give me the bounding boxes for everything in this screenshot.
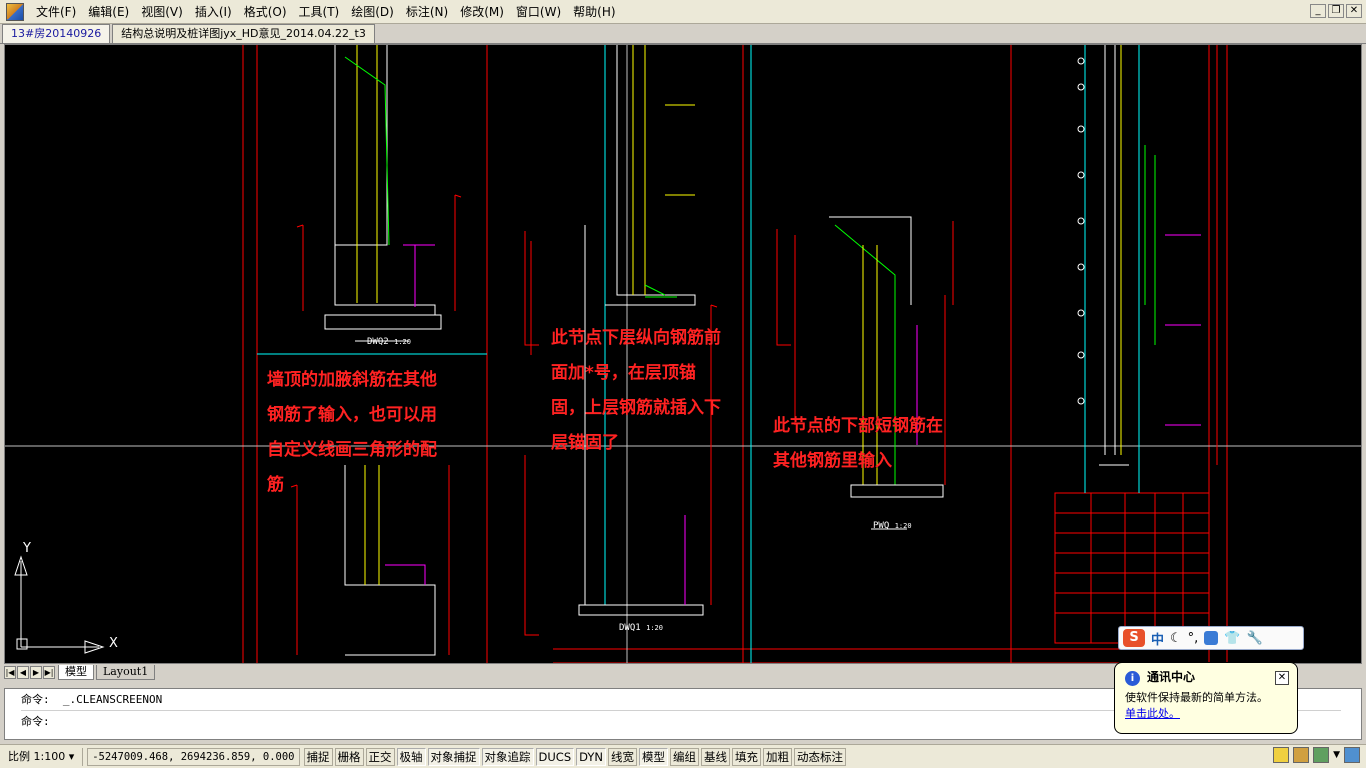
note-haunch-rebar: 墙顶的加腋斜筋在其他 钢筋了输入，也可以用 自定义线画三角形的配 筋 (267, 370, 437, 495)
punctuation-icon[interactable]: °, (1188, 631, 1199, 646)
toggle-model[interactable]: 模型 (638, 747, 668, 766)
drawing-canvas[interactable]: DWQ2 1:20 DWQ1 1:20 PWQ 1:20 Y X 墙顶的加腋斜筋… (4, 44, 1362, 664)
toggle-ducs[interactable]: DUCS (535, 747, 575, 766)
next-tab-icon[interactable]: ▶ (30, 665, 42, 679)
detail-elevation (1077, 45, 1218, 466)
ucs-y-label: Y (23, 541, 31, 556)
toggle-baseline[interactable]: 基线 (700, 747, 730, 766)
menu-modify[interactable]: 修改(M) (454, 0, 510, 24)
toggle-bold[interactable]: 加粗 (762, 747, 792, 766)
menu-dimension[interactable]: 标注(N) (400, 0, 454, 24)
doc-tab-13[interactable]: 13#房20140926 (2, 24, 111, 43)
menu-window[interactable]: 窗口(W) (510, 0, 567, 24)
menu-file[interactable]: 文件(F) (30, 0, 82, 24)
lock-icon[interactable] (1293, 747, 1310, 763)
toggle-dyn[interactable]: DYN (576, 747, 606, 766)
toggle-fill[interactable]: 填充 (731, 747, 761, 766)
close-icon[interactable]: ✕ (1346, 4, 1362, 18)
close-icon[interactable]: ✕ (1275, 671, 1289, 685)
ucs-x-label: X (109, 636, 118, 651)
clean-screen-icon[interactable] (1344, 747, 1360, 763)
wrench-icon[interactable]: 🔧 (1247, 631, 1263, 646)
balloon-link[interactable]: 单击此处。 (1125, 706, 1287, 722)
command-prompt: 命令: (21, 693, 50, 706)
toggle-osnap[interactable]: 对象捕捉 (427, 747, 480, 766)
minimize-icon[interactable]: _ (1310, 4, 1326, 18)
menu-bar: 文件(F) 编辑(E) 视图(V) 插入(I) 格式(O) 工具(T) 绘图(D… (0, 0, 1366, 24)
balloon-message: 使软件保持最新的简单方法。 (1125, 691, 1268, 704)
command-input-prompt: 命令: (21, 715, 50, 728)
toggle-snap[interactable]: 捕捉 (303, 747, 333, 766)
last-tab-icon[interactable]: ▶| (43, 665, 55, 679)
document-tabbar: 13#房20140926 结构总说明及桩详图jyx_HD意见_2014.04.2… (0, 24, 1366, 44)
notification-balloon[interactable]: i 通讯中心 ✕ 使软件保持最新的简单方法。 单击此处。 (1114, 662, 1298, 734)
toggle-grid[interactable]: 栅格 (334, 747, 364, 766)
info-icon: i (1125, 671, 1140, 686)
toggle-dynamic-dimension[interactable]: 动态标注 (793, 747, 846, 766)
label-pwq: PWQ 1:20 (873, 521, 912, 531)
communication-center-icon[interactable] (1313, 747, 1330, 763)
ime-lang-indicator[interactable]: 中 (1151, 629, 1164, 648)
tab-model[interactable]: 模型 (58, 664, 94, 680)
tab-layout1[interactable]: Layout1 (96, 664, 156, 680)
toggle-lineweight[interactable]: 线宽 (607, 747, 637, 766)
command-history: 命令: _.CLEANSCREENON (21, 691, 162, 709)
status-tray: ▼ (1273, 747, 1360, 763)
note-short-rebar: 此节点的下部短钢筋在 其他钢筋里输入 (773, 416, 943, 471)
menu-edit[interactable]: 编辑(E) (82, 0, 135, 24)
balloon-title: 通讯中心 (1147, 670, 1196, 684)
menu-help[interactable]: 帮助(H) (567, 0, 621, 24)
prev-tab-icon[interactable]: ◀ (17, 665, 29, 679)
toggle-polar[interactable]: 极轴 (396, 747, 426, 766)
keyboard-icon[interactable] (1204, 631, 1219, 645)
menu-format[interactable]: 格式(O) (238, 0, 293, 24)
moon-icon[interactable]: ☾ (1170, 631, 1182, 646)
detail-pwq (776, 216, 954, 530)
restore-icon[interactable]: ❐ (1328, 4, 1344, 18)
scale-selector[interactable]: 比例 1:100 ▾ (0, 747, 84, 766)
note-node-anchor: 此节点下层纵向钢筋前 面加*号，在层顶锚 固，上层钢筋就插入下 层锚固了 (551, 328, 721, 453)
first-tab-icon[interactable]: |◀ (4, 665, 16, 679)
ime-toolbar[interactable]: S 中 ☾ °, 👕 🔧 (1118, 626, 1304, 650)
ucs-icon (14, 555, 105, 654)
coordinate-readout[interactable]: -5247009.468, 2694236.859, 0.000 (87, 747, 300, 766)
toggle-otrack[interactable]: 对象追踪 (481, 747, 534, 766)
detail-dwq2 (296, 45, 462, 342)
label-dwq1: DWQ1 1:20 (619, 623, 663, 633)
app-icon[interactable] (6, 2, 24, 21)
window-controls: _ ❐ ✕ (1310, 4, 1362, 18)
menu-tools[interactable]: 工具(T) (293, 0, 346, 24)
command-input-line[interactable]: 命令: (21, 713, 56, 731)
skin-icon[interactable]: 👕 (1224, 631, 1240, 646)
status-bar: 比例 1:100 ▾ -5247009.468, 2694236.859, 0.… (0, 744, 1366, 768)
menu-insert[interactable]: 插入(I) (189, 0, 238, 24)
command-history-text: _.CLEANSCREENON (62, 693, 163, 706)
tray-menu-arrow-icon[interactable]: ▼ (1333, 750, 1340, 760)
menu-view[interactable]: 视图(V) (135, 0, 189, 24)
doc-tab-structure[interactable]: 结构总说明及桩详图jyx_HD意见_2014.04.22_t3 (112, 24, 375, 43)
warning-icon[interactable] (1273, 747, 1290, 763)
sogou-logo-icon[interactable]: S (1123, 629, 1145, 647)
toggle-group[interactable]: 编组 (669, 747, 699, 766)
toggle-ortho[interactable]: 正交 (365, 747, 395, 766)
label-dwq2: DWQ2 1:20 (367, 337, 411, 347)
menu-draw[interactable]: 绘图(D) (345, 0, 400, 24)
